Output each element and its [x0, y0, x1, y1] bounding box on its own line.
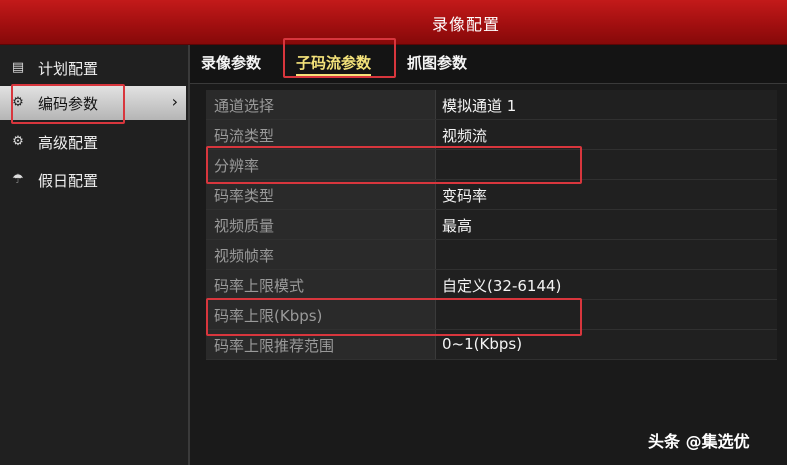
row-label-cell: 码率上限模式	[206, 270, 436, 299]
row-label-cell: 码率上限推荐范围	[206, 330, 436, 359]
table-row[interactable]: 码率上限模式 自定义(32-6144)	[206, 270, 777, 300]
row-label-cell: 码率类型	[206, 180, 436, 209]
row-label-cell: 视频帧率	[206, 240, 436, 269]
sidebar-item-schedule[interactable]: ▤ 计划配置	[0, 51, 186, 85]
sidebar-item-encoding[interactable]: ⚙ 编码参数 ›	[0, 86, 186, 120]
table-row[interactable]: 码流类型 视频流	[206, 120, 777, 150]
row-label-cell: 码率上限(Kbps)	[206, 300, 436, 329]
tab-substream-params[interactable]: 子码流参数	[296, 52, 372, 76]
bitrate-type-select[interactable]: 变码率	[436, 180, 777, 209]
table-row[interactable]: 视频质量 最高	[206, 210, 777, 240]
row-label: 码率上限(Kbps)	[214, 307, 323, 325]
row-label: 通道选择	[214, 97, 275, 115]
row-label: 码率上限推荐范围	[214, 337, 335, 355]
row-value: 变码率	[442, 187, 488, 205]
row-label: 码率类型	[214, 187, 275, 205]
gear-icon: ⚙	[12, 95, 24, 110]
recommended-range-value: 0~1(Kbps)	[436, 330, 777, 359]
tab-bar: 录像参数 子码流参数 抓图参数	[190, 45, 787, 84]
chevron-right-icon: ›	[171, 92, 178, 111]
frame-rate-select[interactable]	[436, 240, 777, 269]
table-row[interactable]: 码率上限(Kbps)	[206, 300, 777, 330]
sidebar-item-label: 计划配置	[38, 60, 99, 78]
stream-type-select[interactable]: 视频流	[436, 120, 777, 149]
row-value: 0~1(Kbps)	[442, 335, 523, 353]
sidebar-item-advanced[interactable]: ⚙ 高级配置	[0, 125, 186, 159]
sidebar-item-label: 高级配置	[38, 134, 99, 152]
table-row[interactable]: 码率类型 变码率	[206, 180, 777, 210]
table-row: 码率上限推荐范围 0~1(Kbps)	[206, 330, 777, 360]
row-value: 模拟通道 1	[442, 97, 517, 115]
row-value: 最高	[442, 217, 473, 235]
channel-select[interactable]: 模拟通道 1	[436, 90, 777, 119]
row-label: 视频质量	[214, 217, 275, 235]
row-label: 码率上限模式	[214, 277, 305, 295]
resolution-select[interactable]	[436, 150, 777, 179]
main-panel: 录像参数 子码流参数 抓图参数 通道选择 模拟通道 1 码流类型 视频流 分辨率…	[190, 45, 787, 465]
sidebar-item-label: 编码参数	[38, 95, 99, 113]
table-row[interactable]: 视频帧率	[206, 240, 777, 270]
gears-icon: ⚙	[12, 134, 24, 149]
sidebar: ▤ 计划配置 ⚙ 编码参数 › ⚙ 高级配置 ☂ 假日配置	[0, 45, 190, 465]
row-value: 视频流	[442, 127, 488, 145]
sidebar-item-label: 假日配置	[38, 172, 99, 190]
tab-snapshot-params[interactable]: 抓图参数	[407, 52, 467, 73]
tab-underline	[296, 74, 372, 76]
bitrate-limit-input[interactable]	[436, 300, 777, 329]
row-label-cell: 码流类型	[206, 120, 436, 149]
tab-label: 子码流参数	[296, 54, 372, 72]
video-quality-select[interactable]: 最高	[436, 210, 777, 239]
row-label-cell: 视频质量	[206, 210, 436, 239]
bitrate-limit-mode-select[interactable]: 自定义(32-6144)	[436, 270, 777, 299]
table-row[interactable]: 通道选择 模拟通道 1	[206, 90, 777, 120]
window-title: 录像配置	[432, 15, 501, 34]
row-label: 视频帧率	[214, 247, 275, 265]
umbrella-icon: ☂	[12, 172, 24, 187]
table-row[interactable]: 分辨率	[206, 150, 777, 180]
sidebar-item-holiday[interactable]: ☂ 假日配置	[0, 163, 186, 197]
row-value: 自定义(32-6144)	[442, 277, 562, 295]
row-label-cell: 通道选择	[206, 90, 436, 119]
row-label: 码流类型	[214, 127, 275, 145]
title-bar: 录像配置	[0, 0, 787, 45]
tab-record-params[interactable]: 录像参数	[201, 52, 261, 73]
row-label: 分辨率	[214, 157, 260, 175]
calendar-icon: ▤	[11, 60, 25, 75]
watermark: 头条 @集选优	[648, 432, 750, 451]
row-label-cell: 分辨率	[206, 150, 436, 179]
